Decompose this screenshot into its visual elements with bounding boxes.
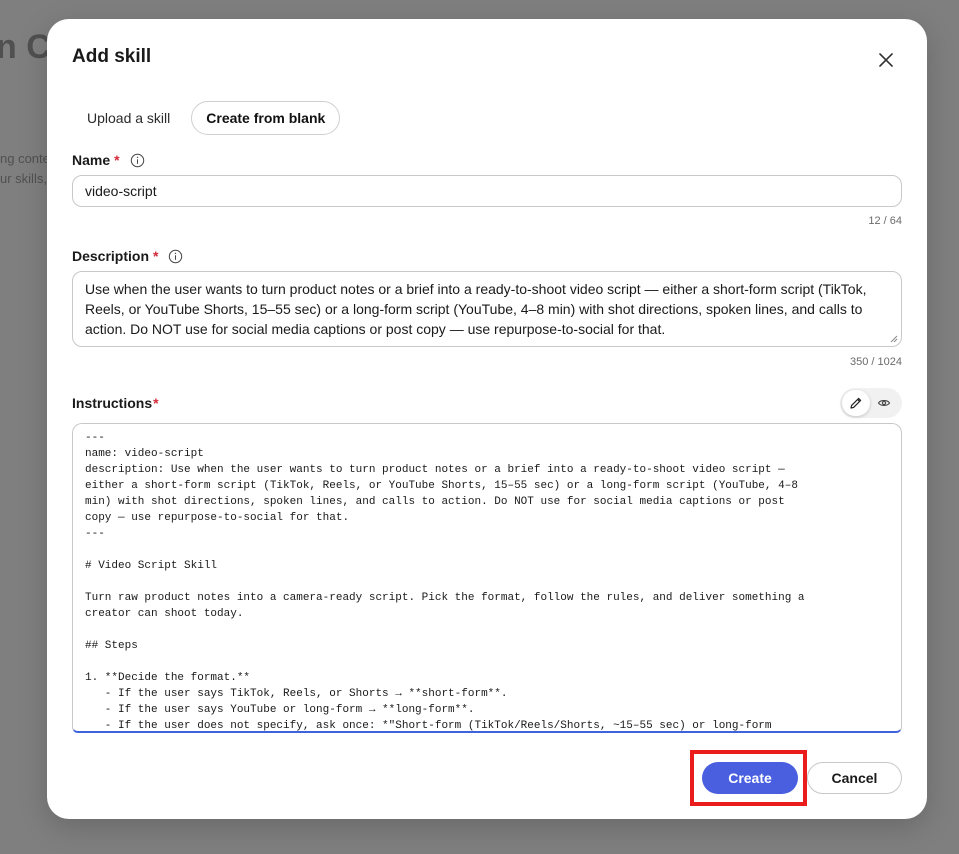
- description-text: Use when the user wants to turn product …: [85, 281, 867, 337]
- close-button[interactable]: [875, 49, 897, 71]
- tab-create-from-blank[interactable]: Create from blank: [191, 101, 341, 135]
- edit-mode-button[interactable]: [842, 390, 870, 416]
- background-text: ur skills,: [0, 171, 47, 186]
- required-mark: *: [114, 152, 120, 168]
- description-label-text: Description: [72, 248, 150, 264]
- description-char-counter: 350 / 1024: [850, 356, 902, 368]
- info-icon[interactable]: [130, 153, 145, 168]
- instructions-label-text: Instructions: [72, 395, 153, 411]
- eye-icon: [877, 400, 891, 406]
- pencil-icon: [850, 397, 862, 409]
- instructions-content: --- name: video-script description: Use …: [85, 432, 805, 732]
- name-char-counter: 12 / 64: [868, 215, 902, 227]
- name-label: Name *: [72, 152, 145, 168]
- cancel-button[interactable]: Cancel: [807, 762, 902, 794]
- background-text: ng conte: [0, 151, 50, 166]
- dialog-title: Add skill: [72, 46, 152, 67]
- close-icon: [879, 53, 893, 67]
- description-textarea[interactable]: Use when the user wants to turn product …: [72, 271, 902, 347]
- resize-handle-icon[interactable]: [890, 335, 898, 343]
- info-icon[interactable]: [168, 249, 183, 264]
- instructions-editor[interactable]: --- name: video-script description: Use …: [72, 423, 902, 733]
- instructions-label: Instructions *: [72, 395, 159, 411]
- tab-upload-skill[interactable]: Upload a skill: [72, 101, 185, 135]
- name-input[interactable]: video-script: [72, 175, 902, 207]
- name-label-text: Name: [72, 152, 111, 168]
- preview-mode-button[interactable]: [870, 390, 898, 416]
- create-button-highlight: [690, 750, 807, 806]
- edit-preview-toggle: [840, 388, 902, 418]
- required-mark: *: [153, 395, 159, 411]
- description-label: Description *: [72, 248, 183, 264]
- add-skill-dialog: Add skill Upload a skill Create from bla…: [47, 19, 927, 819]
- required-mark: *: [153, 248, 159, 264]
- skill-source-tabs: Upload a skill Create from blank: [72, 101, 341, 135]
